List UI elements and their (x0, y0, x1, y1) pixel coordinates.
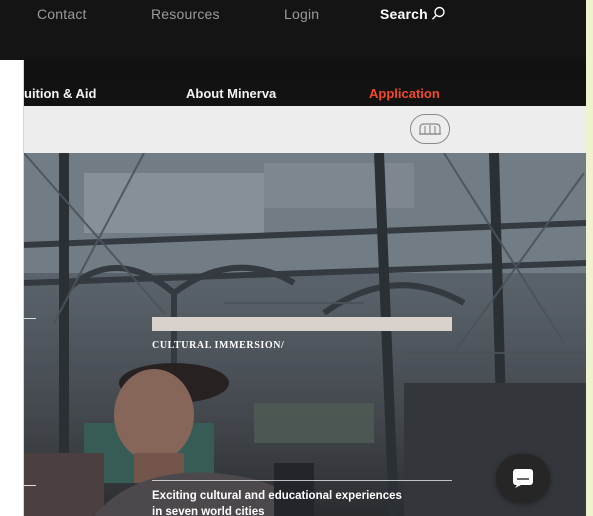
chat-icon (513, 469, 533, 488)
main-navigation: uition & Aid About Minerva Application (24, 82, 586, 106)
slide-caption: Exciting cultural and educational experi… (152, 490, 402, 516)
chat-button[interactable] (496, 454, 550, 502)
adjacent-page-edge (0, 60, 24, 516)
slide-progress-bar (152, 317, 452, 331)
contact-link[interactable]: Contact (37, 6, 87, 22)
slide-marker (24, 485, 36, 486)
page-margin (586, 0, 593, 516)
resources-link[interactable]: Resources (151, 6, 220, 22)
slide-marker (24, 318, 36, 319)
utility-bar: Contact Resources Login Search (0, 0, 586, 60)
slide-divider (152, 480, 452, 481)
search-label: Search (380, 6, 428, 22)
browser-viewport: Contact Resources Login Search uition & … (0, 0, 586, 516)
logo-bar (24, 106, 586, 153)
search-icon (431, 6, 445, 20)
nav-about-minerva[interactable]: About Minerva (186, 86, 276, 101)
nav-application[interactable]: Application (369, 86, 440, 101)
search-link[interactable]: Search (380, 6, 446, 22)
hero-image: CULTURAL IMMERSION/ Exciting cultural an… (24, 153, 586, 516)
slide-kicker: CULTURAL IMMERSION/ (152, 340, 285, 351)
minerva-logo-icon[interactable] (410, 114, 450, 144)
login-link[interactable]: Login (284, 6, 319, 22)
nav-tuition-aid[interactable]: uition & Aid (24, 86, 96, 101)
